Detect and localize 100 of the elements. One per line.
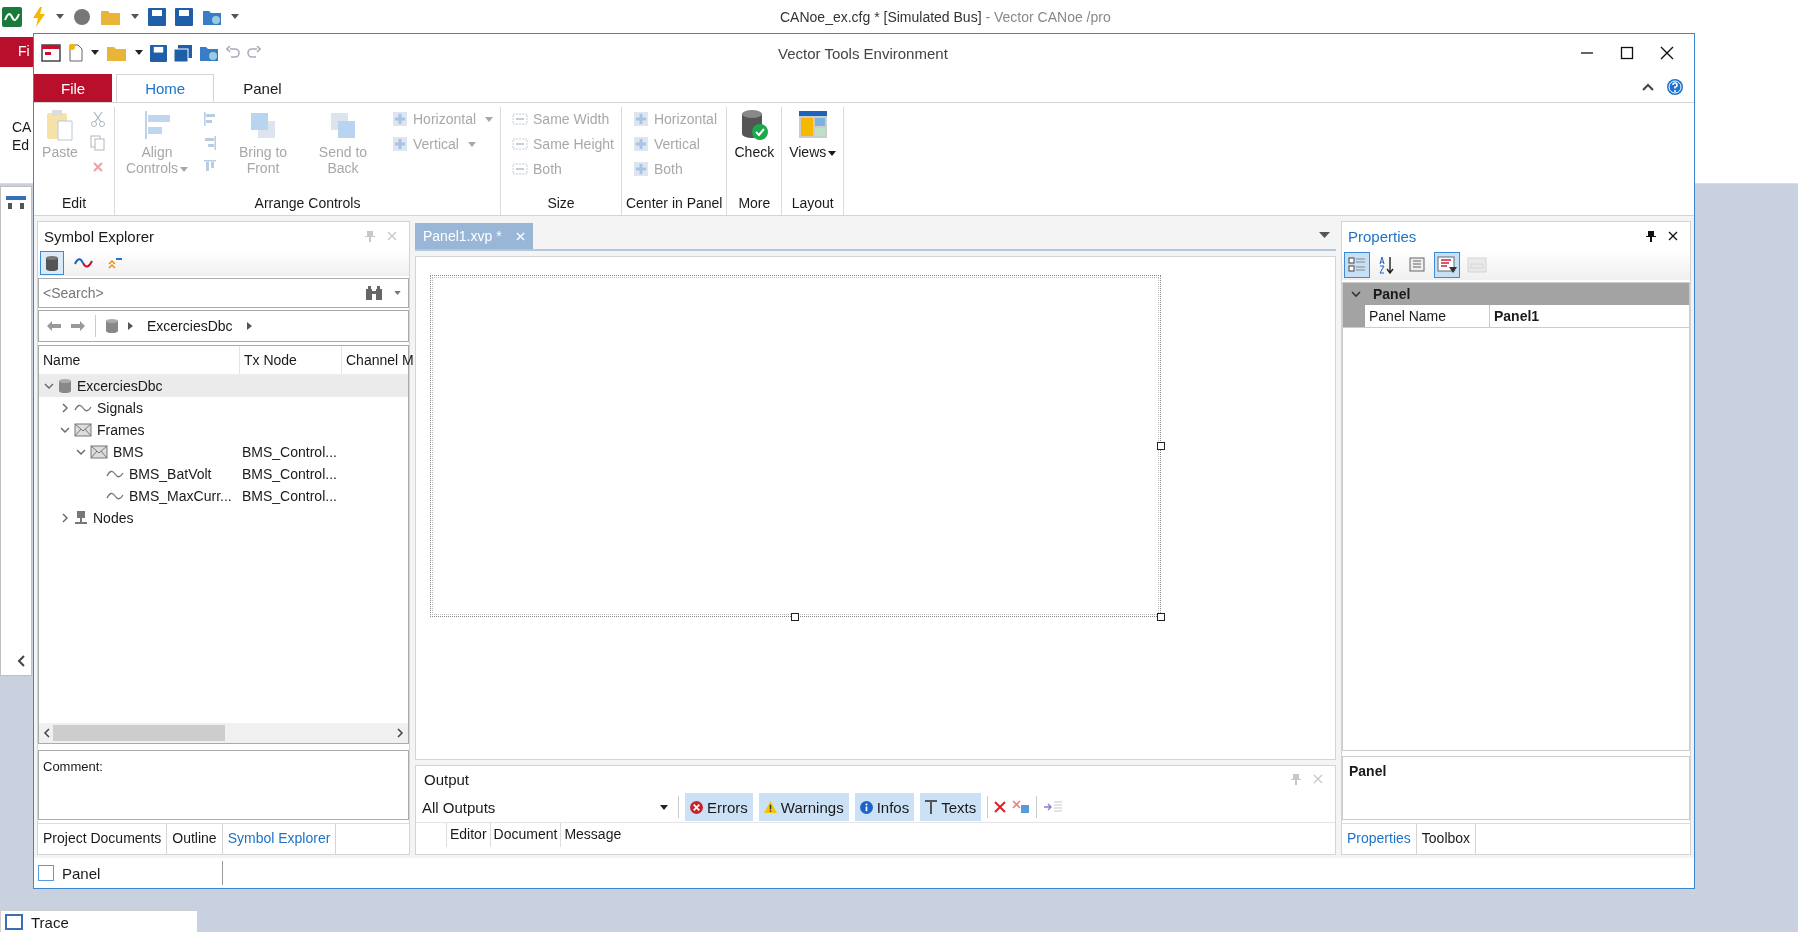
binoculars-icon[interactable] bbox=[365, 285, 383, 301]
column-header[interactable]: Document bbox=[490, 823, 562, 847]
chevron-right-icon[interactable] bbox=[60, 513, 70, 523]
panel-tab[interactable]: Outline bbox=[167, 824, 223, 854]
resize-handle[interactable] bbox=[791, 613, 799, 621]
column-header[interactable]: Message bbox=[561, 823, 625, 847]
tree-item[interactable]: BMS_BatVolt bbox=[129, 466, 212, 482]
panel-tab[interactable]: Project Documents bbox=[38, 824, 168, 854]
filter-toggle[interactable]: Infos bbox=[854, 793, 915, 821]
group-label: Edit bbox=[60, 194, 88, 213]
clear-filter-icon[interactable] bbox=[1012, 800, 1031, 814]
panel-tab[interactable]: Properties bbox=[1342, 824, 1417, 854]
caret-icon[interactable] bbox=[131, 14, 139, 20]
caret-icon[interactable] bbox=[56, 14, 64, 20]
categorized-icon bbox=[1348, 256, 1366, 274]
search-field[interactable]: <Search> bbox=[38, 278, 409, 308]
pin-icon[interactable] bbox=[1646, 230, 1656, 242]
close-icon[interactable] bbox=[1660, 46, 1674, 60]
chevron-down-icon[interactable] bbox=[44, 381, 54, 391]
panel-title: Properties bbox=[1348, 227, 1418, 245]
forward-arrow-icon[interactable] bbox=[71, 321, 85, 331]
maximize-icon[interactable] bbox=[1620, 46, 1634, 60]
caret-icon[interactable] bbox=[91, 50, 99, 56]
close-icon[interactable] bbox=[1668, 231, 1678, 241]
output-filter-dropdown[interactable]: All Outputs bbox=[422, 798, 672, 816]
resize-handle[interactable] bbox=[1157, 442, 1165, 450]
save-all-icon[interactable] bbox=[174, 44, 192, 62]
resize-icon bbox=[512, 136, 529, 152]
back-arrow-icon[interactable] bbox=[47, 321, 61, 331]
breadcrumb-item[interactable]: ExcerciesDbc bbox=[147, 318, 233, 334]
property-name: Panel Name bbox=[1365, 305, 1490, 327]
resize-handle[interactable] bbox=[1157, 613, 1165, 621]
filter-toggle[interactable]: Warnings bbox=[758, 793, 849, 821]
panel-title: Symbol Explorer bbox=[44, 227, 156, 245]
resize-icon bbox=[512, 161, 529, 177]
group-label: Center in Panel bbox=[625, 194, 723, 213]
folder-icon[interactable] bbox=[199, 44, 219, 62]
layout-icon bbox=[797, 109, 828, 141]
tree-item[interactable]: BMS_MaxCurr... bbox=[129, 488, 232, 504]
ribbon-button[interactable]: Check bbox=[731, 107, 778, 162]
chevron-down-icon[interactable] bbox=[60, 425, 70, 435]
chevron-down-icon[interactable] bbox=[1351, 289, 1361, 299]
save-icon[interactable] bbox=[148, 8, 166, 26]
collapse-ribbon-icon[interactable] bbox=[1642, 83, 1654, 91]
database-view-button[interactable] bbox=[40, 251, 64, 275]
categorized-button[interactable] bbox=[1344, 252, 1370, 278]
ribbon-tab[interactable]: Home bbox=[116, 74, 215, 103]
chevron-right-icon[interactable] bbox=[128, 322, 133, 330]
column-header[interactable]: Name bbox=[39, 346, 240, 374]
save-icon[interactable] bbox=[175, 8, 193, 26]
caret-icon[interactable] bbox=[135, 50, 143, 56]
panel-checkbox[interactable]: Panel bbox=[38, 864, 222, 882]
panel-title: Output bbox=[424, 770, 470, 788]
wave-icon bbox=[74, 402, 92, 414]
group-label: Size bbox=[546, 194, 576, 213]
scroll-left-icon[interactable] bbox=[17, 655, 27, 667]
tree-item[interactable]: Nodes bbox=[93, 510, 134, 526]
caret-icon bbox=[180, 166, 189, 172]
column-header[interactable]: Tx Node bbox=[240, 346, 342, 374]
dropdown-icon[interactable] bbox=[1319, 232, 1330, 238]
help-icon[interactable] bbox=[1666, 78, 1684, 96]
ribbon-tab[interactable]: File bbox=[34, 74, 113, 102]
delete-icon[interactable] bbox=[994, 801, 1007, 813]
trace-window[interactable]: Trace bbox=[0, 910, 198, 932]
caret-icon[interactable] bbox=[231, 14, 239, 20]
chevron-down-icon[interactable] bbox=[76, 447, 86, 457]
scroll-left-icon[interactable] bbox=[43, 728, 51, 738]
column-header[interactable]: Editor bbox=[447, 823, 491, 847]
tree-item[interactable]: Signals bbox=[97, 400, 143, 416]
plus-icon bbox=[392, 136, 408, 152]
horizontal-scrollbar[interactable] bbox=[39, 723, 408, 743]
save-icon[interactable] bbox=[150, 44, 167, 62]
filter-toggle[interactable]: Texts bbox=[920, 793, 982, 821]
envelope-icon bbox=[90, 445, 108, 459]
window-title: Trace bbox=[31, 914, 69, 932]
category-label: Panel bbox=[1373, 286, 1411, 302]
chevron-right-icon[interactable] bbox=[246, 322, 252, 330]
ribbon-label: Ed bbox=[12, 136, 31, 154]
background-file-tab[interactable]: Fi bbox=[0, 37, 33, 67]
stop-icon[interactable] bbox=[73, 8, 91, 26]
envelope-icon bbox=[74, 423, 92, 437]
tree-row[interactable]: ExcerciesDbc bbox=[39, 375, 408, 397]
ribbon-tab[interactable]: Panel bbox=[214, 74, 311, 102]
filter-button[interactable] bbox=[1434, 252, 1460, 278]
column-header[interactable]: Channel M bbox=[342, 346, 414, 374]
folder-icon[interactable] bbox=[202, 8, 222, 26]
tree-item[interactable]: BMS bbox=[113, 444, 144, 460]
group-label: Layout bbox=[790, 194, 835, 213]
filter-toggle[interactable]: Errors bbox=[685, 793, 753, 821]
panel-tab[interactable]: Toolbox bbox=[1416, 824, 1477, 854]
database-icon[interactable] bbox=[106, 319, 118, 333]
resize-icon bbox=[512, 111, 529, 127]
property-value[interactable]: Panel1 bbox=[1490, 305, 1689, 327]
chevron-right-icon[interactable] bbox=[60, 403, 70, 413]
tree-item[interactable]: Frames bbox=[97, 422, 145, 438]
ribbon-button[interactable]: Views bbox=[786, 107, 840, 162]
panel-tab[interactable]: Symbol Explorer bbox=[222, 824, 337, 854]
text-icon bbox=[925, 800, 938, 814]
list-arrow-icon[interactable] bbox=[1043, 800, 1064, 814]
scroll-right-icon[interactable] bbox=[396, 728, 404, 738]
